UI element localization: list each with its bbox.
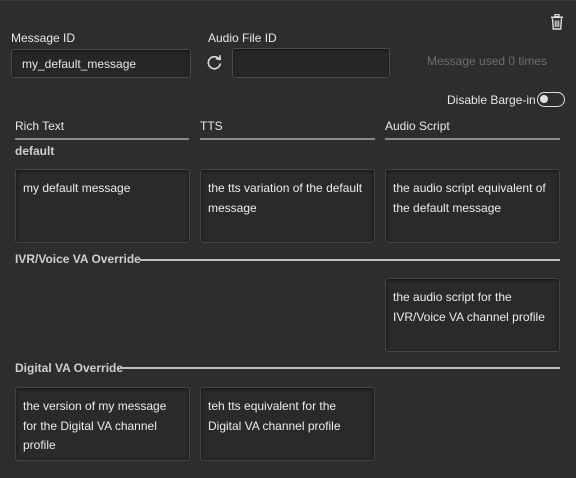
ivr-audio-script-field[interactable]: the audio script for the IVR/Voice VA ch… bbox=[385, 278, 560, 352]
message-editor-panel: Message ID my_default_message Audio File… bbox=[0, 0, 576, 478]
column-header-audio-script: Audio Script bbox=[385, 119, 560, 140]
ivr-override-divider bbox=[140, 259, 560, 261]
default-audio-script-field[interactable]: the audio script equivalent of the defau… bbox=[385, 169, 560, 243]
default-tts-field[interactable]: the tts variation of the default message bbox=[200, 169, 375, 243]
group-title-ivr-override: IVR/Voice VA Override bbox=[15, 252, 141, 266]
refresh-icon[interactable] bbox=[206, 54, 223, 71]
message-id-input[interactable]: my_default_message bbox=[11, 49, 191, 78]
trash-icon[interactable] bbox=[550, 13, 564, 30]
digital-override-divider bbox=[120, 367, 560, 369]
digital-rich-text-field[interactable]: the version of my message for the Digita… bbox=[15, 387, 190, 461]
disable-barge-in-toggle[interactable] bbox=[537, 92, 565, 107]
default-rich-text-field[interactable]: my default message bbox=[15, 169, 190, 243]
digital-tts-field[interactable]: teh tts equivalent for the Digital VA ch… bbox=[200, 387, 375, 461]
column-header-tts: TTS bbox=[200, 119, 375, 140]
column-header-rich-text: Rich Text bbox=[15, 119, 189, 140]
disable-barge-in-label: Disable Barge-in bbox=[447, 93, 536, 107]
audio-file-id-label: Audio File ID bbox=[208, 31, 277, 45]
message-id-label: Message ID bbox=[11, 31, 76, 45]
toggle-knob bbox=[540, 95, 548, 103]
group-title-default: default bbox=[15, 144, 55, 158]
audio-file-id-input[interactable] bbox=[232, 48, 390, 78]
group-title-digital-override: Digital VA Override bbox=[15, 361, 124, 375]
message-usage-text: Message used 0 times bbox=[427, 54, 548, 68]
